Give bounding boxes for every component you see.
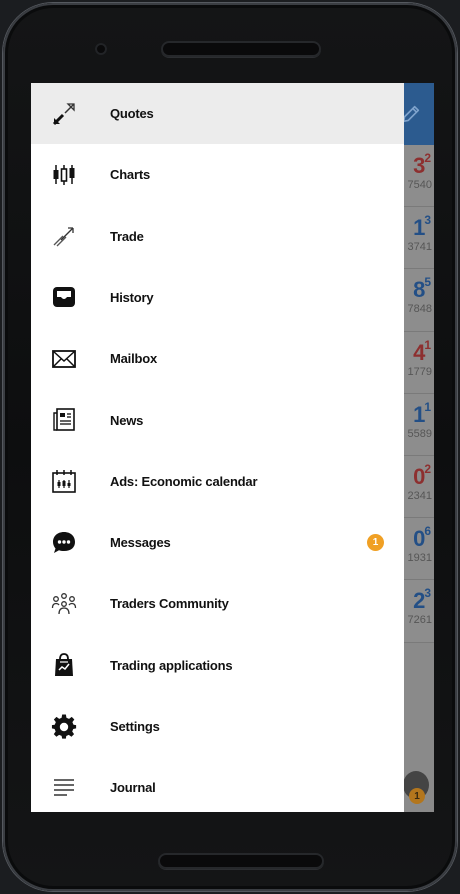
quote-secondary-value: 7848 bbox=[407, 303, 432, 316]
menu-item-label: Ads: Economic calendar bbox=[110, 473, 258, 489]
journal-icon bbox=[51, 775, 77, 801]
menu-item-news[interactable]: News bbox=[31, 390, 404, 451]
quote-price-pip: 2 bbox=[424, 461, 431, 476]
gear-icon bbox=[51, 713, 77, 740]
quote-price-main: 3 bbox=[413, 153, 425, 178]
quote-price: 02 bbox=[413, 461, 431, 490]
phone-frame: 32 7540 13 3741 85 7848 41 1779 11 5589 02 2341 06 19… bbox=[3, 3, 457, 891]
menu-item-label: Trading applications bbox=[110, 657, 233, 673]
quote-price-main: 1 bbox=[413, 215, 425, 241]
quote-price: 32 bbox=[413, 151, 431, 179]
quote-row[interactable]: 85 7848 bbox=[404, 269, 434, 332]
menu-item-label: Trade bbox=[110, 228, 144, 244]
quote-row[interactable]: 32 7540 bbox=[404, 145, 434, 208]
menu-item-label: Traders Community bbox=[110, 596, 229, 612]
quote-secondary-value: 7540 bbox=[407, 179, 432, 191]
menu-item-label: Charts bbox=[110, 167, 150, 183]
quote-price: 13 bbox=[413, 213, 431, 241]
menu-item-label: Settings bbox=[110, 719, 160, 734]
quote-price-main: 0 bbox=[413, 526, 425, 552]
quote-row[interactable]: 02 2341 bbox=[404, 455, 434, 519]
mail-icon bbox=[51, 346, 77, 372]
quote-price-pip: 1 bbox=[424, 337, 431, 352]
quote-price: 41 bbox=[413, 337, 431, 366]
menu-item-mailbox[interactable]: Mailbox bbox=[31, 328, 404, 389]
menu-item-messages[interactable]: Messages 1 bbox=[31, 512, 404, 573]
quote-price: 06 bbox=[413, 524, 431, 552]
quote-row[interactable]: 11 5589 bbox=[404, 393, 434, 456]
menu-item-label: Journal bbox=[110, 780, 156, 796]
quote-secondary-value: 1931 bbox=[407, 552, 432, 565]
quote-secondary-value: 1779 bbox=[407, 365, 432, 378]
phone-screen: 32 7540 13 3741 85 7848 41 1779 11 5589 02 2341 06 19… bbox=[31, 83, 434, 812]
menu-item-ads-economic-calendar[interactable]: Ads: Economic calendar bbox=[31, 451, 404, 512]
quote-secondary-value: 7261 bbox=[407, 614, 432, 627]
calendar-icon bbox=[51, 468, 77, 494]
menu-item-label: Quotes bbox=[110, 106, 154, 121]
shopping-bag-icon bbox=[51, 652, 77, 678]
menu-item-trade[interactable]: Trade bbox=[31, 206, 404, 267]
chat-fab-badge: 1 bbox=[409, 788, 425, 804]
chat-bubble-icon bbox=[51, 530, 77, 556]
menu-item-label: Messages bbox=[110, 535, 171, 551]
quote-price-pip: 5 bbox=[424, 275, 431, 290]
quote-price: 23 bbox=[413, 586, 431, 614]
quotes-list: 32 7540 13 3741 85 7848 41 1779 11 5589 02 2341 06 19… bbox=[404, 145, 434, 643]
navigation-drawer: Quotes Charts Trade History Mailbox News Ads: … bbox=[31, 83, 404, 812]
menu-item-label: Mailbox bbox=[110, 351, 157, 367]
menu-item-label: News bbox=[110, 412, 144, 428]
quotes-icon bbox=[51, 101, 77, 127]
quote-price-main: 2 bbox=[413, 588, 425, 614]
quote-row[interactable]: 06 1931 bbox=[404, 518, 434, 581]
history-inbox-icon bbox=[51, 284, 77, 310]
earpiece-speaker bbox=[161, 41, 321, 57]
quote-row[interactable]: 41 1779 bbox=[404, 331, 434, 394]
quote-price: 11 bbox=[413, 399, 431, 428]
bottom-speaker bbox=[158, 853, 324, 869]
quote-row[interactable]: 23 7261 bbox=[404, 580, 434, 643]
candlestick-chart-icon bbox=[51, 162, 77, 188]
quote-price-pip: 1 bbox=[424, 399, 431, 414]
menu-item-history[interactable]: History bbox=[31, 267, 404, 328]
quote-price-pip: 6 bbox=[424, 524, 431, 539]
quote-row[interactable]: 13 3741 bbox=[404, 207, 434, 270]
menu-item-settings[interactable]: Settings bbox=[31, 696, 404, 757]
quote-price-main: 0 bbox=[413, 463, 425, 489]
quote-secondary-value: 5589 bbox=[407, 427, 432, 440]
menu-item-trading-applications[interactable]: Trading applications bbox=[31, 635, 404, 696]
menu-item-charts[interactable]: Charts bbox=[31, 144, 404, 205]
menu-item-quotes[interactable]: Quotes bbox=[31, 83, 404, 144]
quote-secondary-value: 3741 bbox=[407, 241, 432, 254]
menu-item-traders-community[interactable]: Traders Community bbox=[31, 573, 404, 634]
quote-price-main: 4 bbox=[413, 339, 425, 365]
menu-item-label: History bbox=[110, 289, 154, 305]
community-icon bbox=[51, 591, 77, 617]
quote-price-main: 1 bbox=[413, 401, 425, 427]
quote-price: 85 bbox=[413, 275, 431, 303]
trade-icon bbox=[51, 223, 77, 249]
unread-count-badge: 1 bbox=[367, 534, 384, 552]
quote-price-pip: 2 bbox=[424, 151, 431, 165]
front-camera bbox=[95, 43, 107, 55]
news-icon bbox=[51, 407, 77, 433]
menu-item-journal[interactable]: Journal bbox=[31, 757, 404, 812]
quote-price-main: 8 bbox=[413, 277, 425, 303]
quote-price-pip: 3 bbox=[424, 586, 431, 601]
quote-secondary-value: 2341 bbox=[407, 489, 432, 502]
quote-price-pip: 3 bbox=[424, 213, 431, 228]
